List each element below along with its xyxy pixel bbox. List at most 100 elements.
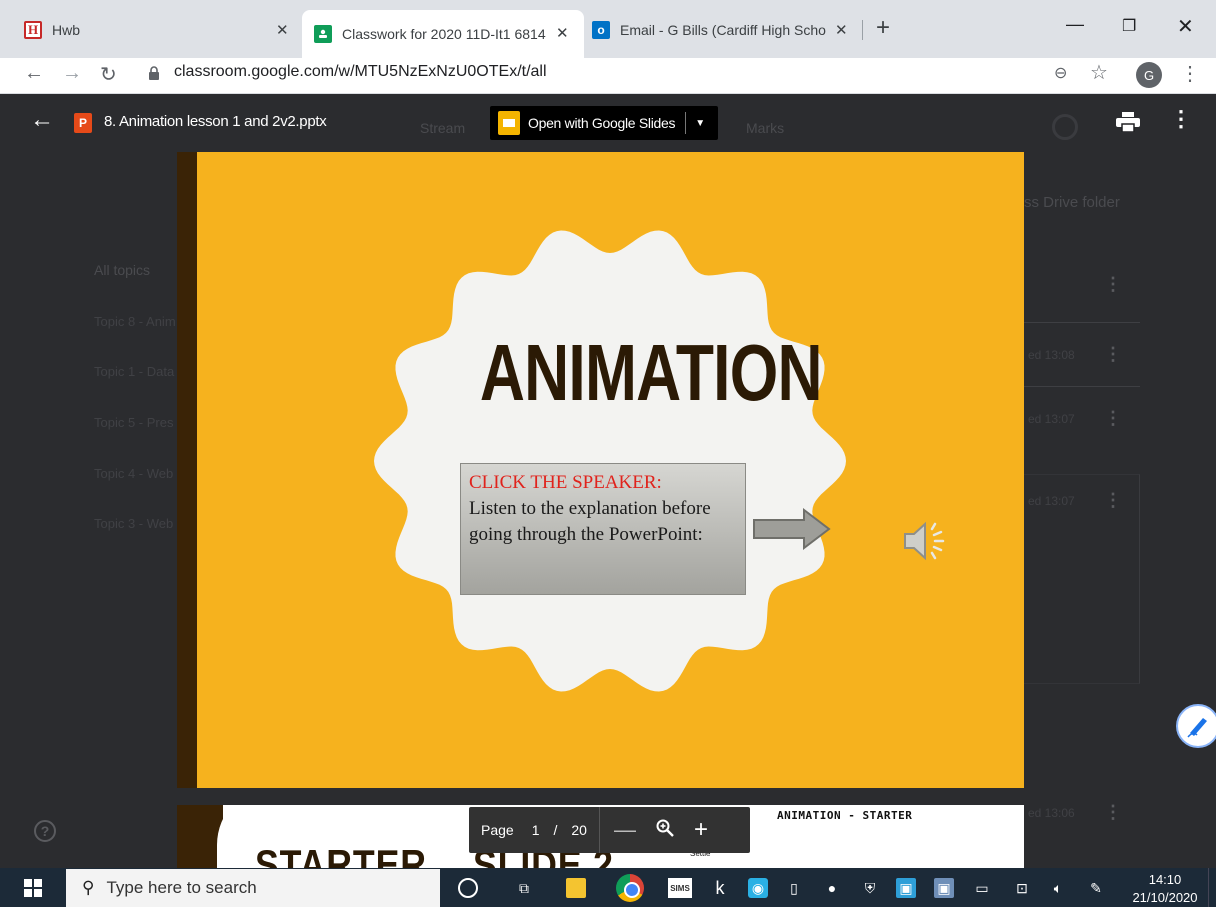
help-icon[interactable]: ? (34, 820, 56, 842)
zoom-in-button[interactable]: + (694, 818, 708, 842)
clock-time[interactable]: 14:10 (1130, 871, 1200, 888)
total-pages: 20 (571, 822, 587, 838)
restore-window-button[interactable]: ❐ (1122, 16, 1136, 36)
classroom-favicon-icon (314, 25, 332, 43)
contact-icon[interactable]: ▣ (934, 878, 954, 898)
slide-1: ANIMATION CLICK THE SPEAKER: Listen to t… (177, 152, 1024, 788)
taskbar-search-box[interactable]: ⚲ Type here to search (66, 869, 440, 907)
close-tab-icon[interactable]: ✕ (556, 24, 569, 42)
windows-start-icon[interactable] (24, 879, 42, 897)
posted-time: ed 13:07 (1028, 412, 1075, 426)
file-explorer-icon[interactable] (566, 878, 586, 898)
show-desktop-button[interactable] (1208, 868, 1216, 907)
pen-workspace-icon[interactable]: ✎ (1086, 878, 1106, 898)
security-shield-icon[interactable]: ⛨ (860, 878, 880, 898)
slide-edge-strip (177, 152, 197, 788)
close-tab-icon[interactable]: ✕ (276, 21, 289, 39)
battery-icon[interactable]: ▭ (972, 878, 992, 898)
app-icon[interactable]: ▣ (896, 878, 916, 898)
caret-down-icon[interactable]: ▼ (695, 118, 705, 129)
tab-title: Classwork for 2020 11D-It1 6814 (342, 26, 546, 42)
tab-separator (862, 20, 863, 40)
current-page-input[interactable]: 1 (532, 822, 540, 838)
page-controls: Page 1 / 20 — + (469, 807, 750, 853)
reload-icon[interactable]: ↻ (100, 62, 117, 87)
network-icon[interactable]: ⊡ (1012, 878, 1032, 898)
outlook-favicon-icon: o (592, 21, 610, 39)
speaker-icon[interactable] (901, 518, 951, 564)
more-actions-icon[interactable]: ⋮ (1170, 106, 1192, 132)
tab-title: Hwb (52, 22, 81, 38)
marks-tab: Marks (746, 120, 785, 136)
info-body: Listen to the explanation before going t… (469, 498, 711, 545)
more-options-icon: ⋮ (1104, 344, 1122, 364)
more-options-icon: ⋮ (1104, 802, 1122, 822)
posted-time: ed 13:08 (1028, 348, 1075, 362)
address-bar-url[interactable]: classroom.google.com/w/MTU5NzExNzU0OTEx/… (174, 63, 547, 81)
windows-taskbar: ⚲ Type here to search ⧉ SIMS k ◉ ▯ ● ⛨ ▣… (0, 868, 1216, 907)
slide-heading: ANIMATION - STARTER (777, 809, 913, 822)
browser-tab-email[interactable]: o Email - G Bills (Cardiff High Scho ✕ (592, 12, 856, 48)
controls-divider (598, 807, 600, 853)
page-label: Page (481, 822, 514, 838)
open-with-google-slides-button[interactable]: Open with Google Slides ▼ (490, 106, 718, 140)
topic-link: Topic 1 - Data (94, 364, 175, 379)
chrome-icon[interactable] (616, 874, 644, 902)
slide-title: ANIMATION (479, 328, 823, 417)
search-placeholder: Type here to search (106, 878, 257, 897)
minimize-window-button[interactable]: — (1066, 14, 1084, 35)
powerpoint-file-icon: P (74, 113, 92, 133)
clock-date[interactable]: 21/10/2020 (1128, 889, 1202, 906)
cortana-icon[interactable] (458, 878, 478, 898)
topic-link: Topic 4 - Web (94, 466, 174, 481)
browser-tab-classwork[interactable]: Classwork for 2020 11D-It1 6814 ✕ (302, 10, 584, 58)
pen-annotation-icon[interactable] (1176, 704, 1216, 748)
browser-tab-strip: H Hwb ✕ Classwork for 2020 11D-It1 6814 … (0, 0, 1216, 58)
app-icon[interactable]: ◉ (748, 878, 768, 898)
forward-arrow-icon[interactable]: → (62, 62, 82, 85)
info-heading: CLICK THE SPEAKER: (469, 472, 662, 493)
divider (1020, 322, 1140, 323)
lock-icon[interactable] (148, 66, 160, 80)
print-icon[interactable] (1116, 112, 1140, 132)
divider (1020, 386, 1140, 387)
stream-tab: Stream (420, 120, 466, 136)
button-divider (685, 112, 687, 134)
close-tab-icon[interactable]: ✕ (835, 21, 848, 39)
browser-toolbar: ← → ↻ classroom.google.com/w/MTU5NzExNzU… (0, 58, 1216, 94)
right-arrow-shape (753, 508, 831, 550)
profile-avatar[interactable]: G (1136, 62, 1162, 88)
back-arrow-icon[interactable]: ← (24, 62, 44, 85)
zoom-magnifier-icon[interactable] (656, 819, 674, 842)
info-text-box: CLICK THE SPEAKER: Listen to the explana… (460, 463, 746, 595)
search-icon: ⚲ (82, 878, 95, 897)
sims-icon[interactable]: SIMS (668, 878, 692, 898)
file-name: 8. Animation lesson 1 and 2v2.pptx (104, 113, 327, 130)
bookmark-star-icon[interactable]: ☆ (1090, 60, 1108, 85)
chrome-menu-icon[interactable]: ⋮ (1180, 61, 1200, 86)
usb-icon[interactable]: ▯ (784, 878, 804, 898)
new-tab-button[interactable]: + (876, 16, 890, 40)
app-icon[interactable]: ● (822, 878, 842, 898)
google-slides-icon (498, 111, 520, 135)
more-options-icon: ⋮ (1104, 274, 1122, 294)
browser-tab-hwb[interactable]: H Hwb ✕ (24, 12, 296, 48)
zoom-icon[interactable]: ⊖ (1054, 63, 1067, 83)
drive-folder-link: ss Drive folder (1024, 194, 1120, 211)
k-app-icon[interactable]: k (710, 878, 730, 898)
open-with-label: Open with Google Slides (528, 115, 676, 131)
back-arrow-icon[interactable]: ← (30, 108, 54, 132)
zoom-out-button[interactable]: — (614, 819, 636, 841)
volume-icon[interactable]: 🔈︎ (1048, 878, 1068, 898)
topic-link: Topic 5 - Pres (94, 415, 174, 430)
tab-title: Email - G Bills (Cardiff High Scho (620, 22, 826, 38)
close-window-button[interactable]: ✕ (1177, 14, 1194, 39)
task-view-icon[interactable]: ⧉ (514, 878, 534, 898)
badge-outline (374, 230, 846, 692)
page-separator: / (553, 822, 558, 838)
topic-link: Topic 3 - Web (94, 516, 174, 531)
topic-link: Topic 8 - Anim (94, 314, 176, 329)
scalloped-badge-shape (374, 230, 846, 692)
all-topics-link: All topics (94, 262, 151, 278)
settings-gear-icon (1052, 114, 1078, 140)
